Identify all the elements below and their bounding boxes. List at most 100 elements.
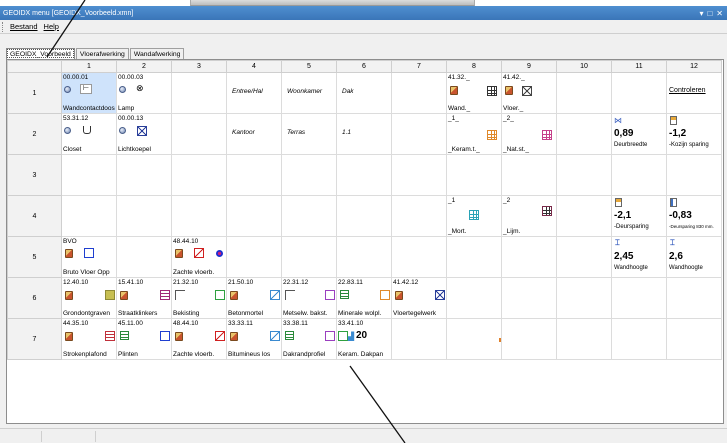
grid-cell-r3c3[interactable]: [171, 154, 227, 196]
grid-cell-r4c3[interactable]: [171, 195, 227, 237]
grid-cell-r7c5[interactable]: 33.38.11 Dakrandprofiel: [281, 318, 337, 360]
grid-cell-r5c6[interactable]: [336, 236, 392, 278]
grid-cell-r3c4[interactable]: [226, 154, 282, 196]
grid-cell-r2c12[interactable]: -1,2 -Kozijn sparing: [666, 113, 722, 155]
grid-cell-r4c12[interactable]: -0,83 -Deursparing 830 mm.: [666, 195, 722, 237]
grid-cell-r1c5[interactable]: Woonkamer: [281, 72, 337, 114]
grid-cell-r5c2[interactable]: [116, 236, 172, 278]
grid-cell-r6c2[interactable]: 15.41.10 Straatklinkers: [116, 277, 172, 319]
grid-cell-r3c1[interactable]: [61, 154, 117, 196]
grid-cell-r3c9[interactable]: [501, 154, 557, 196]
grid-cell-r4c5[interactable]: [281, 195, 337, 237]
grid-cell-r2c7[interactable]: [391, 113, 447, 155]
menu-help[interactable]: Help: [41, 22, 62, 31]
grid-cell-r7c8[interactable]: [446, 318, 502, 360]
row-header[interactable]: 4: [7, 195, 62, 237]
grid-cell-r1c6[interactable]: Dak: [336, 72, 392, 114]
grid-cell-r2c1[interactable]: 53.31.12 Closet: [61, 113, 117, 155]
grid-cell-r2c6[interactable]: 1.1: [336, 113, 392, 155]
grid-cell-r3c8[interactable]: [446, 154, 502, 196]
grid-cell-r6c10[interactable]: [556, 277, 612, 319]
grid-cell-r7c6[interactable]: 33.41.10 ▟ 20 Keram. Dakpan: [336, 318, 392, 360]
grid-cell-r6c3[interactable]: 21.32.10 Bekisting: [171, 277, 227, 319]
grid-cell-r1c11[interactable]: [611, 72, 667, 114]
menu-bestand[interactable]: Bestand: [7, 22, 41, 31]
column-header[interactable]: 7: [391, 60, 447, 73]
toolbar-grip[interactable]: [2, 21, 4, 32]
grid-cell-r5c8[interactable]: [446, 236, 502, 278]
column-header[interactable]: 9: [501, 60, 557, 73]
grid-cell-r1c8[interactable]: 41.32._ Wand._: [446, 72, 502, 114]
column-header[interactable]: 8: [446, 60, 502, 73]
grid-cell-r2c11[interactable]: ⋈ 0,89 Deurbreedte: [611, 113, 667, 155]
column-header[interactable]: 3: [171, 60, 227, 73]
grid-cell-r6c11[interactable]: [611, 277, 667, 319]
grid-cell-r6c9[interactable]: [501, 277, 557, 319]
row-header[interactable]: 1: [7, 72, 62, 114]
row-header[interactable]: 5: [7, 236, 62, 278]
grid-cell-r4c9[interactable]: _2 _Lijm.: [501, 195, 557, 237]
grid-cell-r7c12[interactable]: [666, 318, 722, 360]
grid-cell-r4c4[interactable]: [226, 195, 282, 237]
column-header[interactable]: 4: [226, 60, 282, 73]
grid-cell-r1c4[interactable]: Entree/Hal: [226, 72, 282, 114]
grid-cell-r2c5[interactable]: Terras: [281, 113, 337, 155]
grid-cell-r2c8[interactable]: _1_ _Keram.t._: [446, 113, 502, 155]
grid-cell-r7c7[interactable]: [391, 318, 447, 360]
tab-vloerafwerking[interactable]: Vloerafwerking: [75, 48, 129, 59]
grid-cell-r5c12[interactable]: ⌶ 2,6 Wandhoogte: [666, 236, 722, 278]
grid-cell-r7c10[interactable]: [556, 318, 612, 360]
row-header[interactable]: 3: [7, 154, 62, 196]
row-header[interactable]: 7: [7, 318, 62, 360]
grid-cell-r6c7[interactable]: 41.42.12 Vloertegelwerk: [391, 277, 447, 319]
grid-cell-r7c11[interactable]: [611, 318, 667, 360]
grid-cell-r6c4[interactable]: 21.50.10 Betonmortel: [226, 277, 282, 319]
grid-cell-r5c5[interactable]: [281, 236, 337, 278]
grid-cell-r6c12[interactable]: [666, 277, 722, 319]
grid-cell-r7c9[interactable]: [501, 318, 557, 360]
grid-cell-r5c10[interactable]: [556, 236, 612, 278]
grid-cell-r4c8[interactable]: _1 _Mort.: [446, 195, 502, 237]
grid-cell-r1c3[interactable]: [171, 72, 227, 114]
grid-cell-r5c3[interactable]: 48.44.10 Zachte vloerb.: [171, 236, 227, 278]
grid-cell-r1c10[interactable]: [556, 72, 612, 114]
grid-cell-r1c2[interactable]: 00.00.03 ⊗ Lamp: [116, 72, 172, 114]
grid-cell-r7c1[interactable]: 44.35.10 Strokenplafond: [61, 318, 117, 360]
column-header[interactable]: 1: [61, 60, 117, 73]
grid-cell-r5c4[interactable]: [226, 236, 282, 278]
tab-wandafwerking[interactable]: Wandafwerking: [129, 48, 185, 59]
grid-cell-r3c2[interactable]: [116, 154, 172, 196]
grid-cell-r1c7[interactable]: [391, 72, 447, 114]
grid-cell-r4c1[interactable]: [61, 195, 117, 237]
grid-cell-r5c9[interactable]: [501, 236, 557, 278]
column-header[interactable]: 10: [556, 60, 612, 73]
grid-cell-r5c11[interactable]: ⌶ 2,45 Wandhoogte: [611, 236, 667, 278]
grid-cell-r7c3[interactable]: 48.44.10 Zachte vloerb.: [171, 318, 227, 360]
grid-cell-r3c11[interactable]: [611, 154, 667, 196]
column-header[interactable]: 12: [666, 60, 722, 73]
grid-cell-r6c6[interactable]: 22.83.11 Minerale wolpl.: [336, 277, 392, 319]
grid-cell-r4c10[interactable]: [556, 195, 612, 237]
grid-cell-r3c12[interactable]: [666, 154, 722, 196]
grid-cell-r1c12[interactable]: Controleren: [666, 72, 722, 114]
column-header[interactable]: 5: [281, 60, 337, 73]
maximize-button[interactable]: □: [707, 9, 712, 18]
row-header[interactable]: 6: [7, 277, 62, 319]
grid-cell-r1c9[interactable]: 41.42._ Vloer._: [501, 72, 557, 114]
grid-cell-r3c5[interactable]: [281, 154, 337, 196]
grid-cell-r4c6[interactable]: [336, 195, 392, 237]
column-header[interactable]: 6: [336, 60, 392, 73]
grid-cell-r6c5[interactable]: 22.31.12 Metselw. bakst.: [281, 277, 337, 319]
grid-cell-r2c10[interactable]: [556, 113, 612, 155]
grid-cell-r4c7[interactable]: [391, 195, 447, 237]
window-menu-button[interactable]: ▾: [699, 9, 703, 18]
grid-cell-r2c4[interactable]: Kantoor: [226, 113, 282, 155]
grid-cell-r3c10[interactable]: [556, 154, 612, 196]
grid-cell-r5c7[interactable]: [391, 236, 447, 278]
grid-cell-r4c11[interactable]: -2,1 -Deursparing: [611, 195, 667, 237]
row-header[interactable]: 2: [7, 113, 62, 155]
controleren-link[interactable]: Controleren: [669, 87, 706, 94]
grid-cell-r6c1[interactable]: 12.40.10 Grondontgraven: [61, 277, 117, 319]
grid-cell-r5c1[interactable]: BVO Bruto Vloer Opp: [61, 236, 117, 278]
grid-cell-r2c2[interactable]: 00.00.13 Lichtkoepel: [116, 113, 172, 155]
